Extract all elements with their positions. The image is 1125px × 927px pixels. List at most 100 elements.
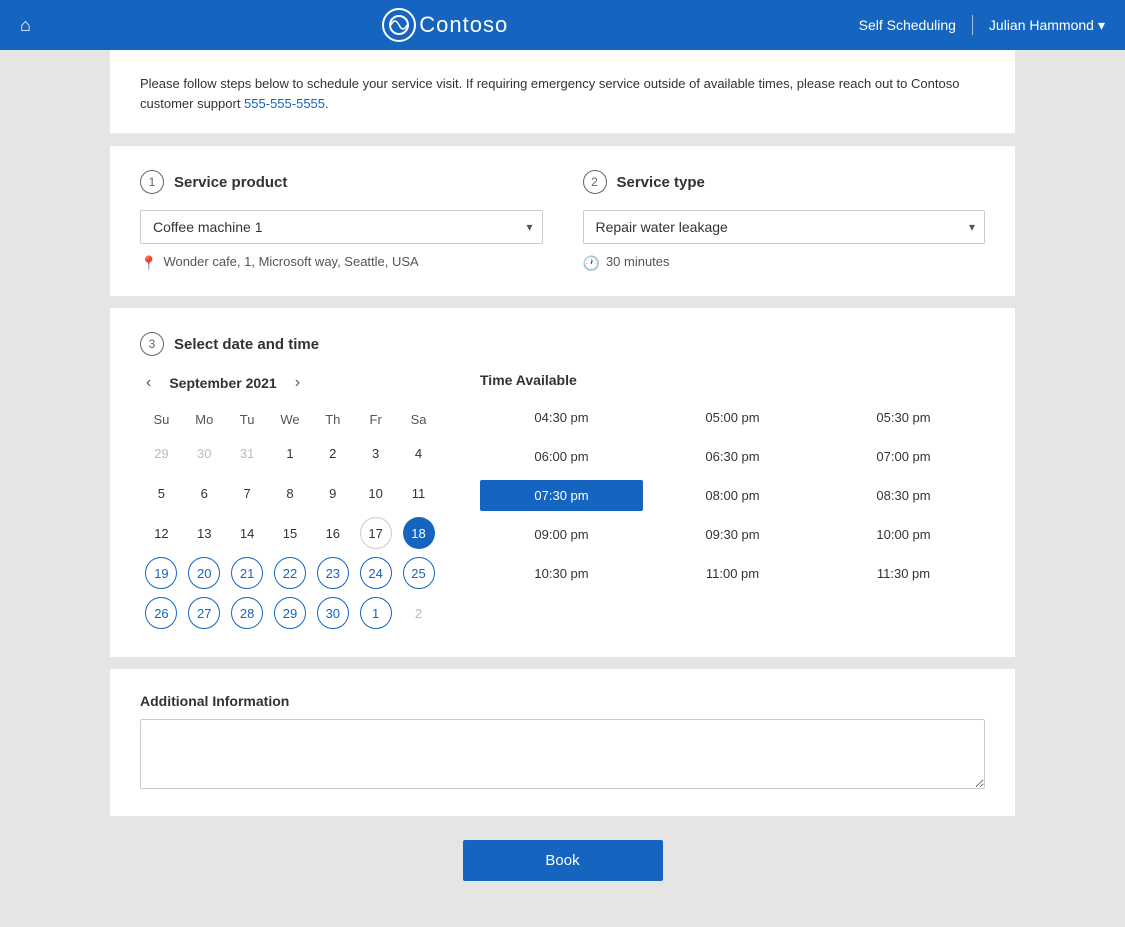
calendar-day[interactable]: 1 (360, 597, 392, 629)
calendar-day[interactable]: 19 (145, 557, 177, 589)
service-type-col: 2 Service type Repair water leakage Gene… (583, 170, 986, 272)
calendar-cell: 10 (354, 473, 397, 513)
step1-circle: 1 (140, 170, 164, 194)
calendar-cell: 12 (140, 513, 183, 553)
next-month-button[interactable]: › (289, 372, 306, 394)
calendar-day[interactable]: 10 (360, 477, 392, 509)
app-header: ⌂ Contoso Self Scheduling Julian Hammond… (0, 0, 1125, 50)
time-slot[interactable]: 05:30 pm (822, 402, 985, 433)
time-slot[interactable]: 08:30 pm (822, 480, 985, 511)
service-panel: 1 Service product Coffee machine 1 Coffe… (110, 146, 1015, 296)
calendar-day[interactable]: 18 (403, 517, 435, 549)
time-slot[interactable]: 10:30 pm (480, 558, 643, 589)
calendar-day[interactable]: 11 (403, 477, 435, 509)
calendar-day[interactable]: 29 (145, 437, 177, 469)
calendar-cell: 4 (397, 433, 440, 473)
calendar-day[interactable]: 8 (274, 477, 306, 509)
calendar-day[interactable]: 14 (231, 517, 263, 549)
duration-text: 30 minutes (606, 254, 670, 269)
time-slot[interactable]: 11:00 pm (651, 558, 814, 589)
calendar-cell: 1 (354, 593, 397, 633)
time-slot[interactable]: 10:00 pm (822, 519, 985, 550)
calendar-day[interactable]: 23 (317, 557, 349, 589)
step2-circle: 2 (583, 170, 607, 194)
calendar-week-row: 29 30 31 1234 (140, 433, 440, 473)
calendar-cell: 17 (354, 513, 397, 553)
day-header-sa: Sa (397, 406, 440, 433)
calendar-day[interactable]: 15 (274, 517, 306, 549)
calendar-day[interactable]: 9 (317, 477, 349, 509)
calendar-day[interactable]: 2 (403, 597, 435, 629)
phone-link[interactable]: 555-555-5555 (244, 96, 325, 111)
day-header-th: Th (311, 406, 354, 433)
service-product-select[interactable]: Coffee machine 1 Coffee machine 2 Coffee… (140, 210, 543, 244)
calendar-day[interactable]: 29 (274, 597, 306, 629)
calendar-day[interactable]: 30 (317, 597, 349, 629)
book-button[interactable]: Book (463, 840, 663, 881)
calendar-cell: 14 (226, 513, 269, 553)
time-slot[interactable]: 07:00 pm (822, 441, 985, 472)
calendar-day[interactable]: 7 (231, 477, 263, 509)
calendar-day[interactable]: 22 (274, 557, 306, 589)
prev-month-button[interactable]: ‹ (140, 372, 157, 394)
calendar-day[interactable]: 24 (360, 557, 392, 589)
calendar-cell: 6 (183, 473, 226, 513)
day-header-fr: Fr (354, 406, 397, 433)
calendar-day[interactable]: 3 (360, 437, 392, 469)
service-row: 1 Service product Coffee machine 1 Coffe… (140, 170, 985, 272)
calendar-day[interactable]: 30 (188, 437, 220, 469)
time-slot[interactable]: 08:00 pm (651, 480, 814, 511)
calendar-cell: 18 (397, 513, 440, 553)
time-slot[interactable]: 06:00 pm (480, 441, 643, 472)
day-header-tu: Tu (226, 406, 269, 433)
calendar-day[interactable]: 13 (188, 517, 220, 549)
time-grid: 04:30 pm 05:00 pm 05:30 pm 06:00 pm 06:30 pm… (480, 402, 985, 589)
time-slot[interactable]: 06:30 pm (651, 441, 814, 472)
calendar-day[interactable]: 5 (145, 477, 177, 509)
service-type-dropdown-wrapper[interactable]: Repair water leakage General maintenance… (583, 210, 986, 244)
clock-icon: 🕐 (583, 255, 600, 272)
calendar-day[interactable]: 31 (231, 437, 263, 469)
service-product-dropdown-wrapper[interactable]: Coffee machine 1 Coffee machine 2 Coffee… (140, 210, 543, 244)
calendar-day[interactable]: 4 (403, 437, 435, 469)
calendar-week-row: 12 13 14 15 16 17 18 (140, 513, 440, 553)
day-header-we: We (269, 406, 312, 433)
calendar-cell: 31 (226, 433, 269, 473)
time-slot[interactable]: 09:30 pm (651, 519, 814, 550)
service-product-col: 1 Service product Coffee machine 1 Coffe… (140, 170, 543, 272)
additional-info-textarea[interactable] (140, 719, 985, 789)
calendar-day[interactable]: 25 (403, 557, 435, 589)
calendar-day[interactable]: 28 (231, 597, 263, 629)
calendar-day[interactable]: 2 (317, 437, 349, 469)
time-slot[interactable]: 07:30 pm (480, 480, 643, 511)
calendar-cell: 30 (311, 593, 354, 633)
calendar-day[interactable]: 21 (231, 557, 263, 589)
calendar-day[interactable]: 20 (188, 557, 220, 589)
intro-text: Please follow steps below to schedule yo… (140, 74, 985, 113)
calendar-day[interactable]: 27 (188, 597, 220, 629)
service-type-select[interactable]: Repair water leakage General maintenance… (583, 210, 986, 244)
calendar-day[interactable]: 26 (145, 597, 177, 629)
time-col: Time Available 04:30 pm05:00 pm05:30 pm0… (480, 372, 985, 633)
calendar-cell: 13 (183, 513, 226, 553)
calendar-week-row: 19 20 21 22 23 24 25 (140, 553, 440, 593)
calendar-nav: ‹ September 2021 › (140, 372, 440, 394)
calendar-day[interactable]: 12 (145, 517, 177, 549)
home-button[interactable]: ⌂ (20, 15, 31, 36)
intro-text-after: . (325, 96, 329, 111)
user-menu[interactable]: Julian Hammond ▾ (989, 17, 1105, 34)
time-slot[interactable]: 11:30 pm (822, 558, 985, 589)
calendar-day[interactable]: 1 (274, 437, 306, 469)
self-scheduling-link[interactable]: Self Scheduling (859, 17, 956, 33)
time-slot[interactable]: 04:30 pm (480, 402, 643, 433)
header-divider (972, 15, 973, 35)
location-info: 📍 Wonder cafe, 1, Microsoft way, Seattle… (140, 254, 543, 272)
time-slot[interactable]: 09:00 pm (480, 519, 643, 550)
calendar-cell: 24 (354, 553, 397, 593)
time-slot[interactable]: 05:00 pm (651, 402, 814, 433)
calendar-day[interactable]: 6 (188, 477, 220, 509)
calendar-day[interactable]: 17 (360, 517, 392, 549)
calendar-day[interactable]: 16 (317, 517, 349, 549)
additional-label: Additional Information (140, 693, 985, 709)
calendar-cell: 11 (397, 473, 440, 513)
